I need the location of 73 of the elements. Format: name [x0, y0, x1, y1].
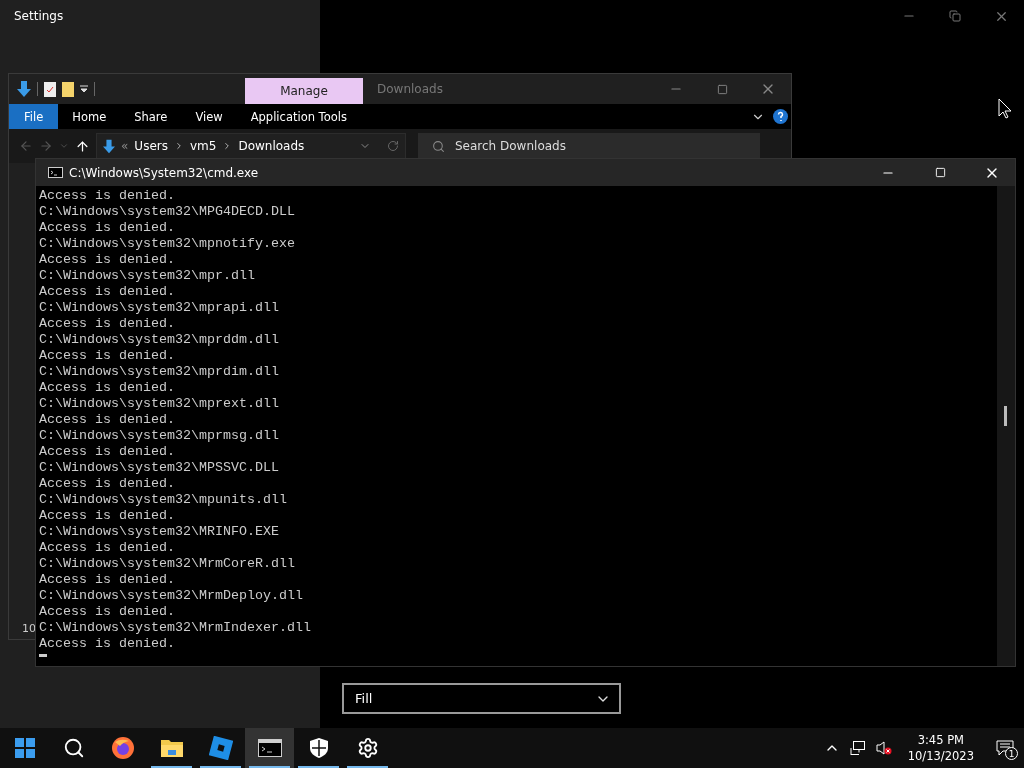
- download-arrow-icon: [103, 138, 115, 154]
- clock-date[interactable]: 10/13/2023: [907, 748, 974, 764]
- console-line: C:\Windows\system32\mpr.dll: [39, 268, 256, 284]
- address-bar[interactable]: « Users vm5 Downloads: [96, 132, 406, 160]
- console-line: C:\Windows\system32\mprddm.dll: [39, 332, 280, 348]
- console-line: Access is denied.: [39, 220, 176, 236]
- console-line: C:\Windows\system32\mprdim.dll: [39, 364, 280, 380]
- window-title: C:\Windows\System32\cmd.exe: [69, 165, 260, 180]
- windows-logo-icon: [14, 738, 35, 758]
- path-overflow[interactable]: «: [121, 139, 129, 153]
- clock-time[interactable]: 3:45 PM: [917, 732, 964, 748]
- console-line: C:\Windows\system32\MPG4DECD.DLL: [39, 204, 296, 220]
- search-icon: [432, 139, 445, 153]
- terminal-icon: [257, 739, 282, 757]
- breadcrumb-item[interactable]: vm5: [189, 139, 217, 153]
- console-line: Access is denied.: [39, 444, 176, 460]
- ribbon-tab[interactable]: View: [181, 104, 237, 129]
- scrollbar[interactable]: [997, 186, 1015, 666]
- breadcrumb-item[interactable]: Downloads: [238, 139, 305, 153]
- console-line: Access is denied.: [39, 380, 176, 396]
- console-line: Access is denied.: [39, 188, 176, 204]
- console-line: C:\Windows\system32\mpnotify.exe: [39, 236, 296, 252]
- scroll-thumb[interactable]: [1004, 406, 1007, 426]
- settings-icon: [356, 737, 379, 759]
- download-arrow-icon[interactable]: [17, 81, 31, 97]
- new-folder-icon[interactable]: [62, 81, 74, 97]
- console-line: Access is denied.: [39, 348, 176, 364]
- up-icon[interactable]: [75, 138, 90, 154]
- console-line: Access is denied.: [39, 284, 176, 300]
- console-line: C:\Windows\system32\MPSSVC.DLL: [39, 460, 280, 476]
- search-icon: [62, 737, 85, 759]
- search-field[interactable]: Search Downloads: [418, 132, 760, 160]
- console-line: Access is denied.: [39, 636, 176, 652]
- console-line: Access is denied.: [39, 572, 176, 588]
- refresh-icon[interactable]: [387, 140, 399, 152]
- properties-icon[interactable]: [44, 81, 56, 97]
- console-line: C:\Windows\system32\MrmDeploy.dll: [39, 588, 304, 604]
- console-line: Access is denied.: [39, 316, 176, 332]
- console-line: Access is denied.: [39, 508, 176, 524]
- console-line: C:\Windows\system32\MrmIndexer.dll: [39, 620, 312, 636]
- shield-icon: [308, 737, 329, 759]
- console-line: C:\Windows\system32\mprapi.dll: [39, 300, 280, 316]
- console-line: Access is denied.: [39, 476, 176, 492]
- window-title: Settings: [14, 9, 65, 23]
- network-icon[interactable]: [849, 740, 866, 756]
- help-icon[interactable]: [773, 109, 788, 124]
- context-tab[interactable]: Manage: [245, 78, 363, 104]
- taskbar-button[interactable]: [245, 728, 294, 768]
- console-line: Access is denied.: [39, 412, 176, 428]
- folder-icon: [159, 738, 184, 758]
- ribbon-tab[interactable]: Home: [58, 104, 121, 129]
- fox-globe-icon: [110, 736, 135, 760]
- mouse-pointer-icon: [998, 98, 1012, 119]
- speaker-muted-icon[interactable]: [875, 740, 892, 756]
- item-count: 10: [22, 622, 36, 635]
- fit-dropdown[interactable]: Fill: [342, 683, 621, 714]
- console-line: C:\Windows\system32\mprext.dll: [39, 396, 280, 412]
- window-title: Downloads: [377, 82, 444, 96]
- customize-menu-icon[interactable]: [80, 85, 88, 93]
- breadcrumb-item[interactable]: Users: [134, 139, 168, 153]
- restore-icon[interactable]: [949, 10, 961, 22]
- console-line: C:\Windows\system32\MrmCoreR.dll: [39, 556, 296, 572]
- console-line: Access is denied.: [39, 252, 176, 268]
- console-line: C:\Windows\system32\mpunits.dll: [39, 492, 288, 508]
- console-line: Access is denied.: [39, 604, 176, 620]
- console-line: Access is denied.: [39, 540, 176, 556]
- ribbon-tab[interactable]: Application Tools: [236, 104, 361, 129]
- console-line: C:\Windows\system32\mprmsg.dll: [39, 428, 280, 444]
- terminal-icon: [48, 167, 63, 178]
- ribbon-tab[interactable]: Share: [120, 104, 182, 129]
- text-cursor: [39, 654, 47, 657]
- console-line: C:\Windows\system32\MRINFO.EXE: [39, 524, 280, 540]
- file-menu-tab[interactable]: File: [9, 104, 59, 129]
